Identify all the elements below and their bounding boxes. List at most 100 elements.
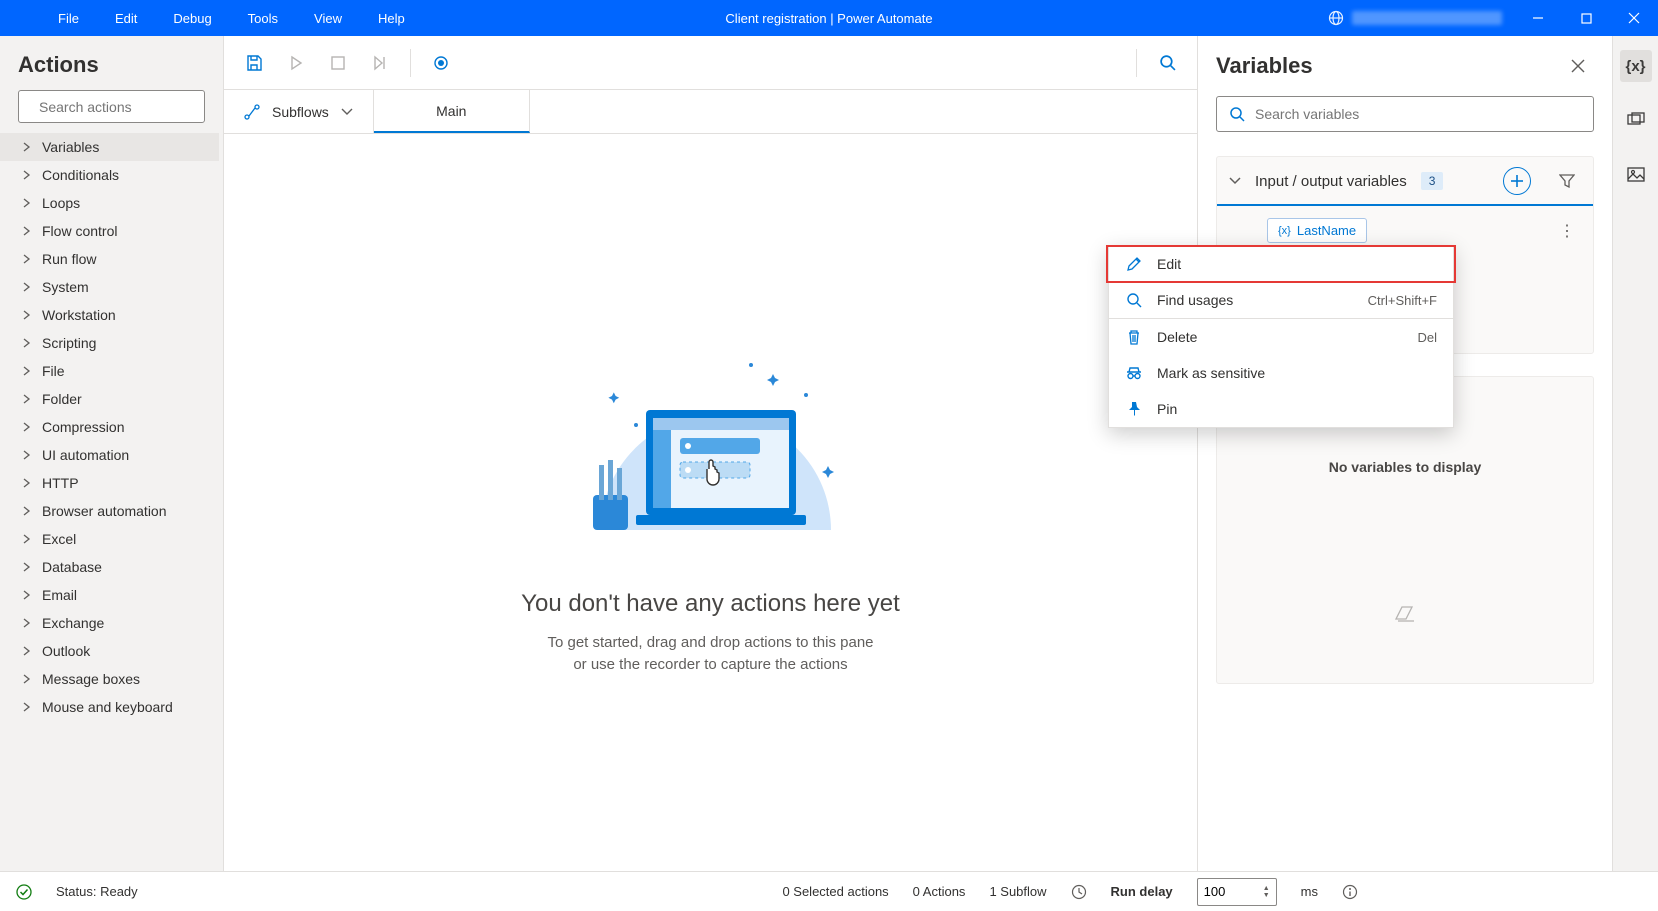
- chevron-right-icon: [22, 450, 32, 460]
- action-category[interactable]: Compression: [0, 413, 219, 441]
- action-category[interactable]: Outlook: [0, 637, 219, 665]
- chevron-right-icon: [22, 534, 32, 544]
- rail-ui-elements-button[interactable]: [1620, 104, 1652, 136]
- action-category[interactable]: Email: [0, 581, 219, 609]
- record-button[interactable]: [423, 45, 459, 81]
- run-delay-input[interactable]: ▲▼: [1197, 878, 1277, 906]
- action-category[interactable]: Mouse and keyboard: [0, 693, 219, 721]
- chevron-right-icon: [22, 198, 32, 208]
- action-category[interactable]: File: [0, 357, 219, 385]
- actions-list[interactable]: Variables Conditionals Loops Flow contro…: [0, 133, 223, 871]
- ctx-pin[interactable]: Pin: [1109, 391, 1453, 427]
- action-category[interactable]: Run flow: [0, 245, 219, 273]
- action-category[interactable]: Excel: [0, 525, 219, 553]
- menu-debug[interactable]: Debug: [155, 0, 229, 36]
- close-button[interactable]: [1610, 0, 1658, 36]
- action-category[interactable]: Exchange: [0, 609, 219, 637]
- action-category[interactable]: Workstation: [0, 301, 219, 329]
- maximize-button[interactable]: [1562, 0, 1610, 36]
- chevron-right-icon: [22, 366, 32, 376]
- run-delay-field[interactable]: [1204, 884, 1252, 899]
- run-button[interactable]: [278, 45, 314, 81]
- save-button[interactable]: [236, 45, 272, 81]
- action-category[interactable]: Flow control: [0, 217, 219, 245]
- action-category[interactable]: System: [0, 273, 219, 301]
- action-category[interactable]: UI automation: [0, 441, 219, 469]
- canvas-search-button[interactable]: [1149, 45, 1185, 81]
- variables-search[interactable]: [1216, 96, 1594, 132]
- action-category[interactable]: Message boxes: [0, 665, 219, 693]
- action-category[interactable]: Loops: [0, 189, 219, 217]
- status-subflows-count: 1 Subflow: [989, 884, 1046, 899]
- action-category[interactable]: Folder: [0, 385, 219, 413]
- chevron-right-icon: [22, 506, 32, 516]
- filter-button[interactable]: [1553, 167, 1581, 195]
- chevron-right-icon: [22, 618, 32, 628]
- action-category[interactable]: HTTP: [0, 469, 219, 497]
- spin-up[interactable]: ▲: [1263, 885, 1270, 892]
- action-category[interactable]: Conditionals: [0, 161, 219, 189]
- subflow-tabs: Subflows Main: [224, 90, 1197, 134]
- chevron-right-icon: [22, 562, 32, 572]
- variables-panel: Variables Input / output variables 3 {x}…: [1198, 36, 1612, 871]
- add-variable-button[interactable]: [1503, 167, 1531, 195]
- chevron-right-icon: [22, 282, 32, 292]
- stop-button[interactable]: [320, 45, 356, 81]
- rail-images-button[interactable]: [1620, 158, 1652, 190]
- menu-file[interactable]: File: [40, 0, 97, 36]
- menu-tools[interactable]: Tools: [230, 0, 296, 36]
- ctx-delete[interactable]: Delete Del: [1109, 319, 1453, 355]
- rail-variables-button[interactable]: {x}: [1620, 50, 1652, 82]
- chevron-right-icon: [22, 590, 32, 600]
- spin-down[interactable]: ▼: [1263, 892, 1270, 899]
- step-button[interactable]: [362, 45, 398, 81]
- menu-edit[interactable]: Edit: [97, 0, 155, 36]
- chevron-right-icon: [22, 170, 32, 180]
- variable-chip[interactable]: {x}LastName: [1267, 218, 1367, 243]
- variable-icon: {x}: [1278, 225, 1291, 237]
- search-icon: [1125, 292, 1143, 308]
- variables-search-input[interactable]: [1255, 106, 1581, 122]
- variables-title: Variables: [1216, 53, 1562, 79]
- globe-icon: [1328, 10, 1344, 26]
- chevron-right-icon: [22, 142, 32, 152]
- ctx-edit[interactable]: Edit: [1109, 246, 1453, 282]
- variables-close-button[interactable]: [1562, 50, 1594, 82]
- status-ok-icon: [16, 884, 32, 900]
- ctx-find-usages[interactable]: Find usages Ctrl+Shift+F: [1109, 282, 1453, 318]
- search-icon: [1229, 106, 1245, 122]
- minimize-button[interactable]: [1514, 0, 1562, 36]
- ctx-mark-sensitive[interactable]: Mark as sensitive: [1109, 355, 1453, 391]
- chevron-right-icon: [22, 254, 32, 264]
- chevron-right-icon: [22, 310, 32, 320]
- subflows-dropdown[interactable]: Subflows: [224, 90, 374, 133]
- variable-context-menu: Edit Find usages Ctrl+Shift+F Delete Del…: [1108, 245, 1454, 428]
- incognito-icon: [1125, 366, 1143, 380]
- info-icon[interactable]: [1342, 884, 1358, 900]
- actions-search[interactable]: [18, 90, 205, 123]
- status-selected-actions: 0 Selected actions: [782, 884, 888, 899]
- menu-view[interactable]: View: [296, 0, 360, 36]
- title-bar: File Edit Debug Tools View Help Client r…: [0, 0, 1658, 36]
- chevron-right-icon: [22, 702, 32, 712]
- eraser-icon: [1217, 605, 1593, 623]
- shortcut-label: Del: [1417, 330, 1437, 345]
- variable-more-button[interactable]: ⋮: [1555, 221, 1579, 241]
- action-category[interactable]: Scripting: [0, 329, 219, 357]
- actions-search-input[interactable]: [39, 99, 220, 115]
- chevron-right-icon: [22, 422, 32, 432]
- environment-indicator[interactable]: [1328, 10, 1502, 26]
- action-category[interactable]: Browser automation: [0, 497, 219, 525]
- menu-bar: File Edit Debug Tools View Help: [0, 0, 423, 36]
- flow-empty-text: No variables to display: [1217, 459, 1593, 475]
- window-title: Client registration | Power Automate: [725, 11, 932, 26]
- menu-help[interactable]: Help: [360, 0, 423, 36]
- tab-main[interactable]: Main: [374, 90, 530, 133]
- status-bar: Status: Ready 0 Selected actions 0 Actio…: [0, 871, 1658, 911]
- action-category[interactable]: Variables: [0, 133, 219, 161]
- empty-illustration: [546, 330, 876, 560]
- chevron-down-icon[interactable]: [1229, 177, 1241, 185]
- action-category[interactable]: Database: [0, 553, 219, 581]
- right-rail: {x}: [1612, 36, 1658, 871]
- status-actions-count: 0 Actions: [913, 884, 966, 899]
